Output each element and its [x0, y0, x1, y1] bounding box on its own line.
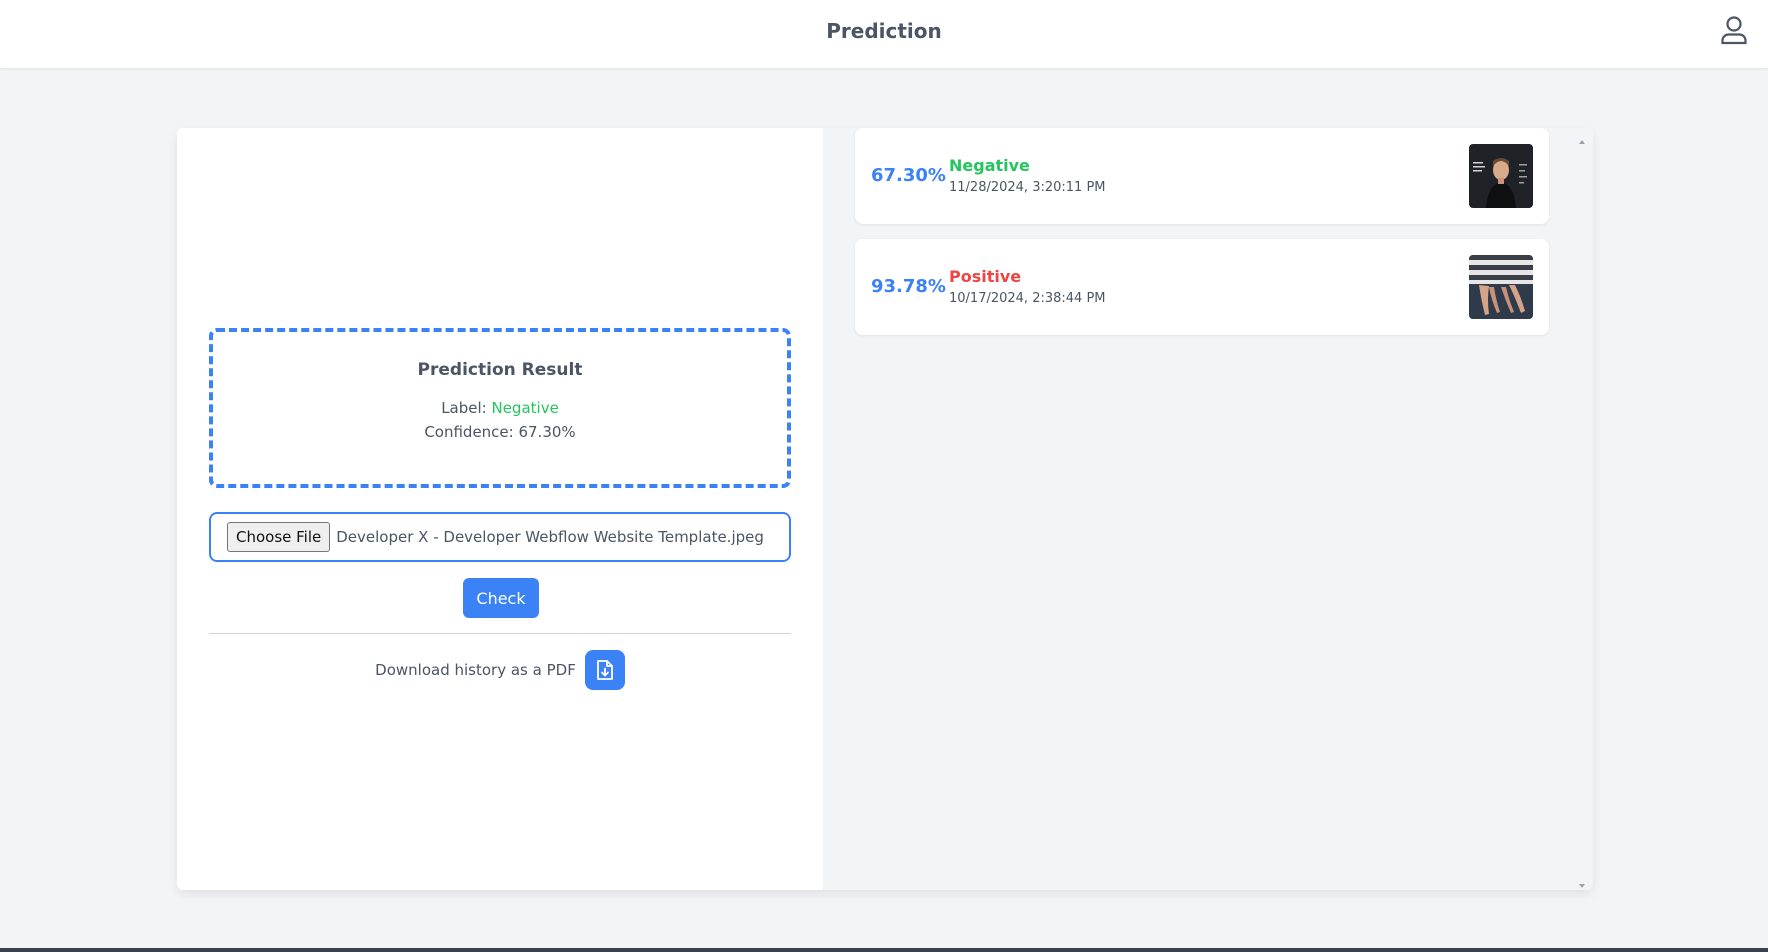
history-label: Positive — [949, 267, 1022, 286]
result-label-value: Negative — [491, 399, 559, 417]
history-thumbnail[interactable] — [1469, 255, 1533, 319]
download-pdf-button[interactable] — [584, 650, 625, 690]
download-history-row: Download history as a PDF — [209, 650, 791, 690]
user-icon[interactable] — [1718, 14, 1750, 46]
selected-file-name: Developer X - Developer Webflow Website … — [336, 528, 764, 546]
page-title: Prediction — [826, 19, 942, 43]
scroll-down-arrow[interactable] — [1577, 876, 1587, 888]
prediction-result-title: Prediction Result — [417, 360, 583, 380]
bottom-bar — [0, 948, 1768, 952]
history-item[interactable]: 93.78% Positive 10/17/2024, 2:38:44 PM — [855, 239, 1549, 335]
history-date: 11/28/2024, 3:20:11 PM — [949, 180, 1106, 195]
history-date: 10/17/2024, 2:38:44 PM — [949, 291, 1106, 306]
file-download-icon — [596, 660, 613, 680]
history-panel[interactable]: 67.30% Negative 11/28/2024, 3:20:11 PM 9… — [823, 128, 1593, 890]
result-label-prefix: Label: — [441, 399, 492, 417]
history-confidence: 67.30% — [871, 165, 946, 186]
check-button[interactable]: Check — [463, 578, 539, 618]
history-item[interactable]: 67.30% Negative 11/28/2024, 3:20:11 PM — [855, 128, 1549, 224]
top-navbar: Prediction — [0, 0, 1768, 69]
choose-file-button[interactable]: Choose File — [227, 522, 331, 552]
history-confidence: 93.78% — [871, 276, 946, 297]
scroll-up-arrow[interactable] — [1577, 132, 1587, 144]
divider — [209, 633, 791, 634]
file-input[interactable]: Choose File Developer X - Developer Webf… — [209, 512, 791, 562]
history-thumbnail[interactable] — [1469, 144, 1533, 208]
download-history-label: Download history as a PDF — [375, 661, 576, 679]
history-label: Negative — [949, 156, 1030, 175]
prediction-panel: Prediction Result Label: Negative Confid… — [177, 128, 823, 890]
prediction-card: Prediction Result Label: Negative Confid… — [177, 128, 1593, 890]
result-confidence: Confidence: 67.30% — [424, 423, 576, 441]
prediction-result-box: Prediction Result Label: Negative Confid… — [209, 328, 791, 488]
result-label-line: Label: Negative — [213, 396, 787, 420]
